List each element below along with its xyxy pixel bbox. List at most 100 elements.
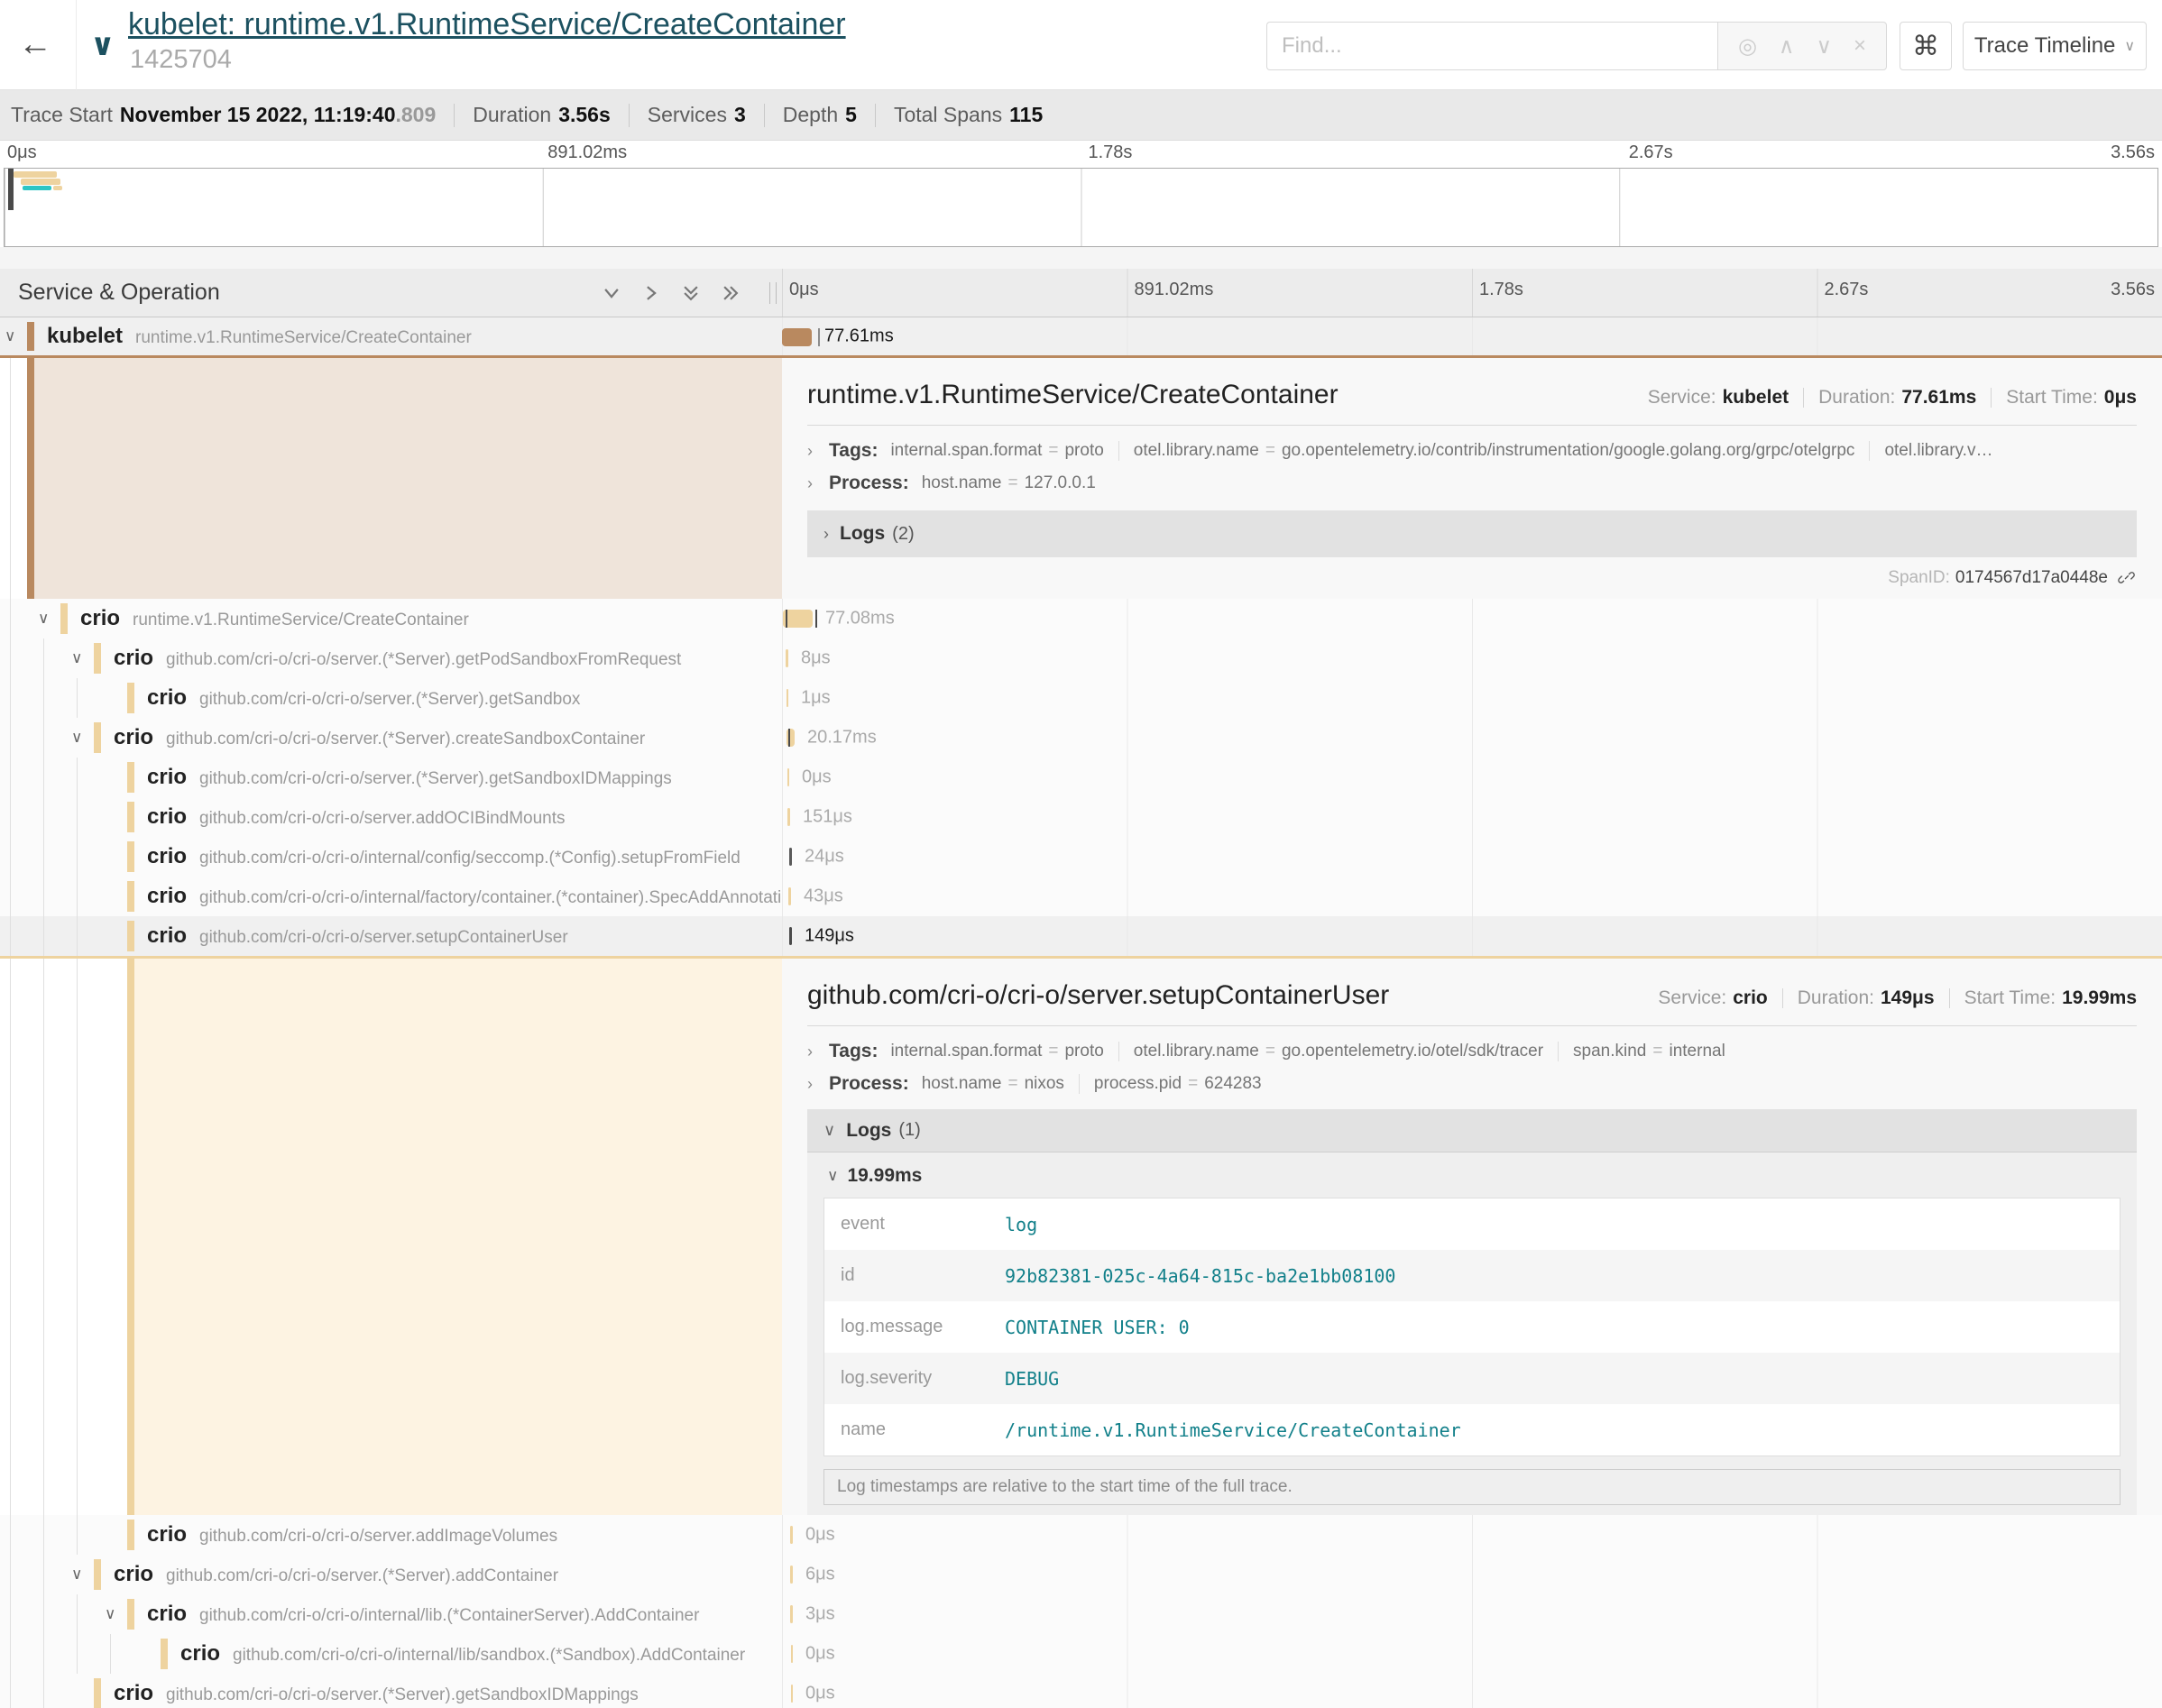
span-row-timeline-cell[interactable]: 0μs	[782, 1674, 2162, 1708]
span-row-timeline-cell[interactable]: 43μs	[782, 877, 2162, 916]
next-match-icon[interactable]: ∨	[1816, 33, 1832, 60]
span-row[interactable]: ∨ criogithub.com/cri-o/cri-o/server.addI…	[0, 1515, 2162, 1555]
span-row-name-column[interactable]: ∨ criogithub.com/cri-o/cri-o/server.(*Se…	[0, 718, 782, 758]
service-operation-header: Service & Operation	[0, 269, 782, 317]
log-fields-table: eventlogid92b82381-025c-4a64-815c-ba2e1b…	[823, 1198, 2121, 1456]
span-row-name-column[interactable]: ∨ crioruntime.v1.RuntimeService/CreateCo…	[0, 599, 782, 638]
row-chevron-down-icon[interactable]: ∨	[71, 649, 82, 667]
keyboard-shortcuts-button[interactable]: ⌘	[1900, 22, 1952, 70]
collapse-all-icon[interactable]	[681, 283, 701, 303]
span-row-name-column[interactable]: ∨ criogithub.com/cri-o/cri-o/server.setu…	[0, 916, 782, 956]
span-row[interactable]: ∨ criogithub.com/cri-o/cri-o/server.(*Se…	[0, 678, 2162, 718]
span-row-name-column[interactable]: ∨ criogithub.com/cri-o/cri-o/internal/fa…	[0, 877, 782, 916]
deep-link-icon[interactable]	[2117, 568, 2137, 588]
span-row-name-column[interactable]: ∨ criogithub.com/cri-o/cri-o/internal/co…	[0, 837, 782, 877]
span-duration-label: 8μs	[801, 648, 831, 669]
process-accordion[interactable]: › Process: host.name=127.0.0.1	[807, 467, 2137, 500]
span-row[interactable]: ∨ criogithub.com/cri-o/cri-o/server.addO…	[0, 797, 2162, 837]
log-timestamps-note: Log timestamps are relative to the start…	[823, 1469, 2121, 1505]
span-row-name-column[interactable]: ∨ criogithub.com/cri-o/cri-o/server.(*Se…	[0, 1674, 782, 1708]
span-row[interactable]: ∨ kubeletruntime.v1.RuntimeService/Creat…	[0, 317, 2162, 355]
span-row[interactable]: ∨ criogithub.com/cri-o/cri-o/internal/co…	[0, 837, 2162, 877]
span-operation-name: github.com/cri-o/cri-o/server.(*Server).…	[166, 730, 645, 748]
span-row[interactable]: ∨ criogithub.com/cri-o/cri-o/server.(*Se…	[0, 1555, 2162, 1594]
span-row-timeline-cell[interactable]: 6μs	[782, 1555, 2162, 1594]
span-duration-bar[interactable]	[791, 1685, 793, 1703]
span-row-name-column[interactable]: ∨ kubeletruntime.v1.RuntimeService/Creat…	[0, 317, 782, 355]
span-row-timeline-cell[interactable]: 1μs	[782, 678, 2162, 718]
span-duration-bar[interactable]	[789, 848, 792, 866]
span-row-timeline-cell[interactable]: 77.08ms	[782, 599, 2162, 638]
span-service-name: crio	[147, 685, 187, 710]
span-row[interactable]: ∨ criogithub.com/cri-o/cri-o/server.(*Se…	[0, 718, 2162, 758]
span-row-name-column[interactable]: ∨ criogithub.com/cri-o/cri-o/server.(*Se…	[0, 638, 782, 678]
span-row-name-column[interactable]: ∨ criogithub.com/cri-o/cri-o/server.addI…	[0, 1515, 782, 1555]
span-duration-bar[interactable]	[782, 328, 812, 346]
span-row-timeline-cell[interactable]: 0μs	[782, 758, 2162, 797]
span-row[interactable]: ∨ criogithub.com/cri-o/cri-o/internal/li…	[0, 1634, 2162, 1674]
span-duration-label: 149μs	[805, 926, 854, 947]
span-duration-bar[interactable]	[787, 808, 790, 826]
column-resize-handle[interactable]	[769, 282, 777, 304]
find-input[interactable]	[1266, 22, 1717, 70]
span-duration-bar[interactable]	[786, 649, 788, 667]
span-row-timeline-cell[interactable]: 20.17ms	[782, 718, 2162, 758]
span-row-timeline-cell[interactable]: 8μs	[782, 638, 2162, 678]
process-accordion[interactable]: › Process: host.name=nixosprocess.pid=62…	[807, 1068, 2137, 1100]
span-row[interactable]: ∨ criogithub.com/cri-o/cri-o/server.setu…	[0, 916, 2162, 956]
span-row-name-column[interactable]: ∨ criogithub.com/cri-o/cri-o/server.(*Se…	[0, 1555, 782, 1594]
span-row-timeline-cell[interactable]: 0μs	[782, 1634, 2162, 1674]
span-row-timeline-cell[interactable]: 24μs	[782, 837, 2162, 877]
clear-find-icon[interactable]: ×	[1854, 33, 1866, 59]
indent-guide	[77, 1634, 78, 1674]
span-row-timeline-cell[interactable]: 3μs	[782, 1594, 2162, 1634]
expand-one-icon[interactable]	[641, 283, 661, 303]
span-service-name: crio	[147, 884, 187, 908]
row-chevron-down-icon[interactable]: ∨	[71, 1566, 82, 1584]
match-highlight-icon[interactable]: ◎	[1738, 33, 1757, 60]
logs-accordion[interactable]: ∨ Logs (1)	[807, 1109, 2137, 1152]
span-duration-bar[interactable]	[790, 1526, 793, 1544]
span-row-name-column[interactable]: ∨ criogithub.com/cri-o/cri-o/server.addO…	[0, 797, 782, 837]
span-duration-bar[interactable]	[789, 927, 792, 945]
prev-match-icon[interactable]: ∧	[1779, 33, 1795, 60]
span-row-name-column[interactable]: ∨ criogithub.com/cri-o/cri-o/internal/li…	[0, 1594, 782, 1634]
span-duration-bar[interactable]	[791, 1645, 793, 1663]
tags-accordion[interactable]: › Tags: internal.span.format=protootel.l…	[807, 1035, 2137, 1068]
span-row-name-column[interactable]: ∨ criogithub.com/cri-o/cri-o/internal/li…	[0, 1634, 782, 1674]
span-row[interactable]: ∨ criogithub.com/cri-o/cri-o/server.(*Se…	[0, 1674, 2162, 1708]
logs-accordion[interactable]: › Logs (2)	[807, 510, 2137, 557]
span-row-timeline-cell[interactable]: 151μs	[782, 797, 2162, 837]
log-entry-accordion[interactable]: ∨ 19.99ms	[807, 1156, 2137, 1196]
span-duration-bar[interactable]	[787, 768, 789, 786]
trace-title-link[interactable]: kubelet: runtime.v1.RuntimeService/Creat…	[128, 7, 846, 42]
span-duration-bar[interactable]	[790, 1566, 793, 1584]
minimap-canvas[interactable]	[4, 168, 2158, 247]
span-duration-label: 20.17ms	[807, 728, 877, 748]
collapse-one-icon[interactable]	[602, 283, 621, 303]
trace-view-selector[interactable]: Trace Timeline ∨	[1963, 22, 2147, 70]
span-row[interactable]: ∨ criogithub.com/cri-o/cri-o/internal/fa…	[0, 877, 2162, 916]
span-duration-bar[interactable]	[788, 887, 791, 905]
span-row[interactable]: ∨ crioruntime.v1.RuntimeService/CreateCo…	[0, 599, 2162, 638]
span-row-timeline-cell[interactable]: 77.61ms	[782, 317, 2162, 355]
span-row[interactable]: ∨ criogithub.com/cri-o/cri-o/server.(*Se…	[0, 758, 2162, 797]
indent-guide	[10, 916, 11, 956]
span-row-name-column[interactable]: ∨ criogithub.com/cri-o/cri-o/server.(*Se…	[0, 758, 782, 797]
title-chevron-down-icon[interactable]: ∨	[90, 27, 115, 63]
span-row-name-column[interactable]: ∨ criogithub.com/cri-o/cri-o/server.(*Se…	[0, 678, 782, 718]
row-chevron-down-icon[interactable]: ∨	[5, 327, 15, 345]
span-row[interactable]: ∨ criogithub.com/cri-o/cri-o/server.(*Se…	[0, 638, 2162, 678]
log-field-value: CONTAINER USER: 0	[1005, 1317, 1190, 1338]
tags-accordion[interactable]: › Tags: internal.span.format=protootel.l…	[807, 435, 2137, 467]
row-chevron-down-icon[interactable]: ∨	[71, 729, 82, 747]
span-row[interactable]: ∨ criogithub.com/cri-o/cri-o/internal/li…	[0, 1594, 2162, 1634]
span-row-timeline-cell[interactable]: 149μs	[782, 916, 2162, 956]
span-duration-bar[interactable]	[790, 1605, 793, 1623]
row-chevron-down-icon[interactable]: ∨	[38, 610, 49, 628]
span-row-timeline-cell[interactable]: 0μs	[782, 1515, 2162, 1555]
span-duration-bar[interactable]	[787, 689, 788, 707]
expand-all-icon[interactable]	[721, 283, 741, 303]
back-arrow-icon[interactable]: ←	[18, 25, 52, 64]
row-chevron-down-icon[interactable]: ∨	[105, 1605, 115, 1623]
